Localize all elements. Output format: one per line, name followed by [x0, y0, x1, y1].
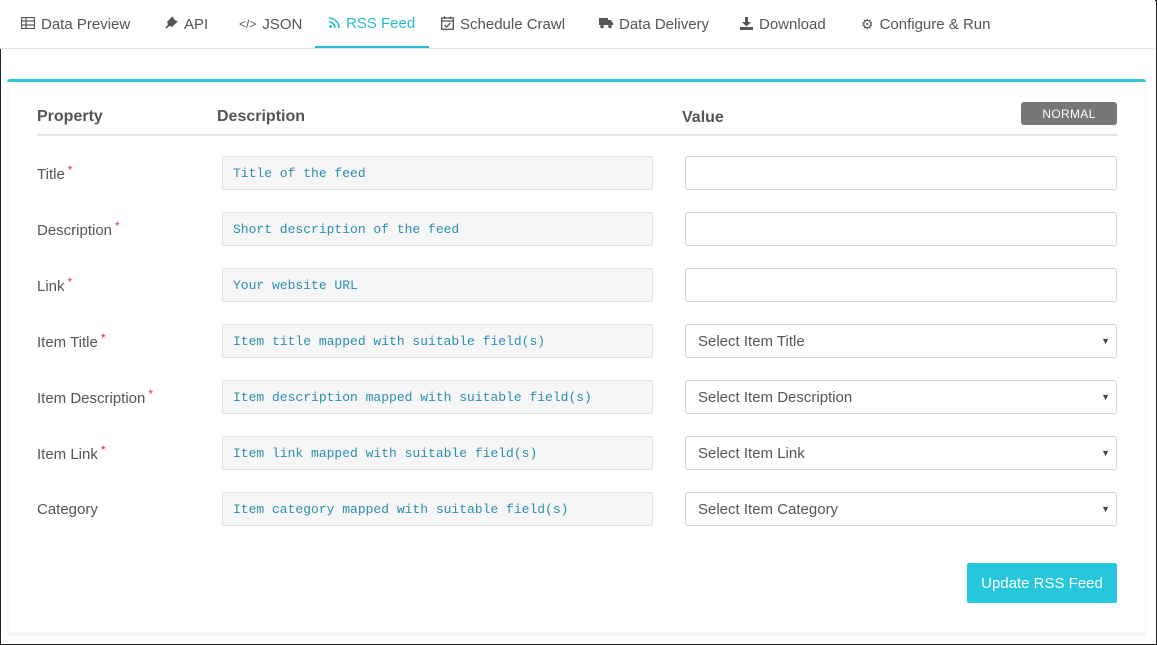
tab-label: Data Preview: [41, 15, 131, 33]
column-header-property: Property: [37, 108, 103, 125]
item-link-select[interactable]: Select Item Link ▼: [685, 436, 1117, 470]
description-link: Your website URL: [222, 268, 653, 302]
item-description-select[interactable]: Select Item Description ▼: [685, 380, 1117, 414]
description-category: Item category mapped with suitable field…: [222, 492, 653, 526]
property-item-link: Item Link *: [37, 443, 106, 463]
tab-api[interactable]: API: [164, 0, 208, 48]
tab-label: Configure & Run: [879, 15, 991, 33]
property-title: Title *: [37, 163, 73, 183]
tab-download[interactable]: Download: [740, 0, 826, 48]
description-description: Short description of the feed: [222, 212, 653, 246]
tab-label: Schedule Crawl: [460, 15, 566, 33]
property-label: Item Link: [37, 446, 98, 463]
required-marker: *: [148, 387, 154, 401]
tab-data-delivery[interactable]: Data Delivery: [599, 0, 709, 48]
property-label: Item Description: [37, 390, 146, 407]
required-marker: *: [100, 443, 106, 457]
column-header-value: Value: [682, 109, 724, 126]
item-title-select[interactable]: Select Item Title ▼: [685, 324, 1117, 358]
tab-label: Data Delivery: [619, 15, 710, 33]
gear-icon: ⚙: [861, 16, 874, 32]
tab-data-preview[interactable]: Data Preview: [20, 0, 131, 48]
tab-configure-run[interactable]: ⚙ Configure & Run: [861, 0, 990, 48]
item-category-select[interactable]: Select Item Category ▼: [685, 492, 1117, 526]
rss-icon: [328, 16, 340, 30]
select-value: Select Item Description: [698, 388, 853, 406]
tab-rss-feed[interactable]: RSS Feed: [315, 0, 430, 48]
chevron-down-icon: ▼: [1101, 448, 1110, 458]
property-description: Description *: [37, 219, 120, 239]
description-item-title: Item title mapped with suitable field(s): [222, 324, 653, 358]
tab-label: JSON: [262, 15, 303, 33]
chevron-down-icon: ▼: [1101, 504, 1110, 514]
description-title: Title of the feed: [222, 156, 653, 190]
plug-icon: [164, 16, 178, 32]
tab-json[interactable]: </> JSON: [239, 0, 302, 48]
property-label: Category: [37, 501, 98, 518]
required-marker: *: [100, 331, 106, 345]
required-marker: *: [67, 275, 73, 289]
mode-badge: NORMAL: [1021, 102, 1117, 125]
chevron-down-icon: ▼: [1101, 392, 1110, 402]
required-marker: *: [67, 163, 73, 177]
select-value: Select Item Title: [698, 332, 805, 350]
download-icon: [740, 16, 753, 32]
description-input[interactable]: [685, 212, 1117, 246]
property-label: Description: [37, 222, 113, 239]
title-input[interactable]: [685, 156, 1117, 190]
column-header-description: Description: [217, 108, 306, 125]
property-label: Title: [37, 166, 65, 183]
property-item-description: Item Description *: [37, 387, 154, 407]
select-value: Select Item Category: [698, 500, 839, 518]
description-item-description: Item description mapped with suitable fi…: [222, 380, 653, 414]
description-item-link: Item link mapped with suitable field(s): [222, 436, 653, 470]
select-value: Select Item Link: [698, 444, 805, 462]
calendar-check-icon: [441, 16, 454, 32]
tab-label: Download: [759, 15, 826, 33]
property-label: Link: [37, 278, 65, 295]
property-label: Item Title: [37, 334, 98, 351]
code-icon: </>: [239, 17, 257, 31]
table-icon: [20, 16, 36, 31]
chevron-down-icon: ▼: [1101, 336, 1110, 346]
update-rss-feed-button[interactable]: Update RSS Feed: [967, 563, 1117, 603]
tab-bar: Data Preview API </> JSON RSS Feed Sched…: [0, 0, 1155, 49]
tab-label: RSS Feed: [346, 14, 416, 32]
truck-icon: [599, 17, 613, 31]
required-marker: *: [115, 219, 120, 233]
header-divider: [37, 134, 1117, 136]
tab-schedule-crawl[interactable]: Schedule Crawl: [441, 0, 565, 48]
property-category: Category: [37, 501, 98, 518]
link-input[interactable]: [685, 268, 1117, 302]
property-link: Link *: [37, 275, 73, 295]
tab-label: API: [184, 15, 209, 33]
property-item-title: Item Title *: [37, 331, 106, 351]
